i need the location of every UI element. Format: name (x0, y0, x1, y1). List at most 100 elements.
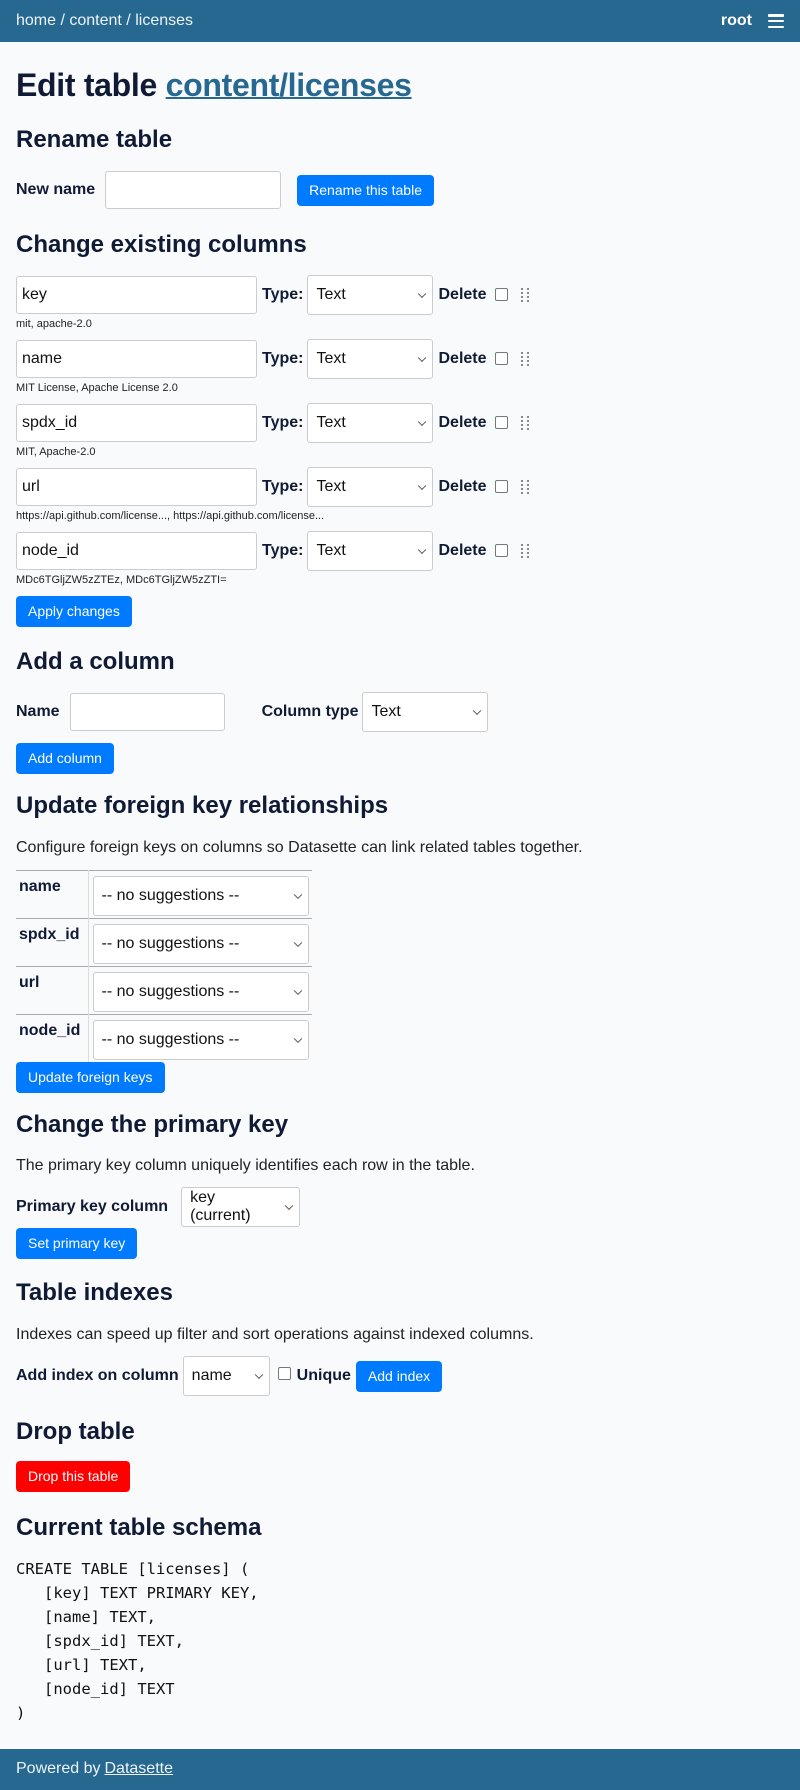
delete-label: Delete (438, 477, 487, 495)
column-examples: mit, apache-2.0 (16, 317, 92, 330)
chevron-down-icon (284, 1201, 294, 1211)
delete-checkbox[interactable] (494, 416, 508, 430)
section-heading: Current table schema (16, 1513, 262, 1541)
select-value: Text (316, 477, 346, 495)
column-examples: https://api.github.com/license..., https… (16, 509, 325, 522)
add-index-button[interactable]: Add index (355, 1360, 443, 1392)
new-name-input[interactable] (105, 171, 282, 210)
change-columns-section: Change existing columns Type: Text Delet… (16, 231, 784, 627)
page-title: Edit table content/licenses (16, 66, 784, 104)
chevron-down-icon (418, 417, 427, 427)
column-examples: MIT License, Apache License 2.0 (16, 381, 178, 394)
fk-column-name: spdx_id (16, 917, 89, 967)
fk-column-name: name (16, 869, 89, 919)
rename-section: Rename table New name Rename this table (16, 126, 784, 210)
select-value: Text (316, 285, 346, 303)
delete-checkbox[interactable] (494, 480, 508, 494)
chevron-down-icon (418, 481, 427, 491)
fk-target-select[interactable]: -- no suggestions -- (92, 971, 309, 1012)
select-value: name (191, 1367, 232, 1385)
table-row: url -- no suggestions -- (16, 965, 312, 1015)
update-foreign-keys-button[interactable]: Update foreign keys (16, 1061, 165, 1093)
type-label: Type: (262, 413, 304, 431)
section-heading: Drop table (16, 1418, 135, 1446)
select-value: Text (316, 413, 346, 431)
section-heading: Change the primary key (16, 1110, 289, 1138)
delete-checkbox[interactable] (494, 544, 508, 558)
primary-key-select[interactable]: key (current) (181, 1187, 301, 1228)
fk-column-name: url (16, 965, 89, 1015)
column-type-select[interactable]: Text (307, 338, 434, 379)
delete-label: Delete (438, 413, 487, 431)
drag-handle-icon[interactable] (520, 543, 530, 558)
primary-key-description: The primary key column uniquely identifi… (16, 1157, 475, 1175)
indexes-section: Table indexes Indexes can speed up filte… (16, 1279, 784, 1397)
breadcrumb-database[interactable]: content (69, 12, 121, 29)
apply-changes-button[interactable]: Apply changes (16, 595, 132, 627)
delete-checkbox[interactable] (494, 352, 508, 366)
fk-target-select[interactable]: -- no suggestions -- (92, 923, 309, 964)
table-row: name -- no suggestions -- (16, 869, 312, 919)
column-name-label: Name (16, 702, 60, 720)
column-name-input[interactable] (16, 339, 257, 378)
primary-key-label: Primary key column (16, 1198, 169, 1216)
drop-table-section: Drop table Drop this table (16, 1418, 784, 1492)
table-row: spdx_id -- no suggestions -- (16, 917, 312, 967)
top-nav-bar: home / content / licenses root (0, 0, 800, 42)
chevron-down-icon (418, 545, 427, 555)
datasette-link[interactable]: Datasette (105, 1760, 173, 1778)
breadcrumb-table[interactable]: licenses (135, 12, 193, 29)
column-row: Type: Text Delete mit, apache-2.0 (16, 274, 784, 332)
type-label: Type: (262, 541, 304, 559)
column-examples: MIT, Apache-2.0 (16, 445, 96, 458)
column-name-input[interactable] (16, 531, 257, 570)
add-index-label: Add index on column (16, 1367, 179, 1385)
chevron-down-icon (293, 938, 302, 947)
column-name-input[interactable] (16, 403, 257, 442)
table-link[interactable]: content/licenses (166, 67, 412, 103)
page-title-prefix: Edit table (16, 67, 158, 103)
column-type-select[interactable]: Text (307, 402, 434, 443)
type-label: Type: (262, 285, 304, 303)
foreign-keys-description: Configure foreign keys on columns so Dat… (16, 838, 583, 856)
column-type-select[interactable]: Text (307, 530, 434, 571)
new-column-name-input[interactable] (69, 692, 225, 731)
unique-checkbox[interactable] (277, 1366, 291, 1380)
chevron-down-icon (418, 353, 427, 363)
fk-target-select[interactable]: -- no suggestions -- (92, 875, 309, 916)
set-primary-key-button[interactable]: Set primary key (16, 1228, 138, 1260)
drop-table-button[interactable]: Drop this table (16, 1460, 131, 1492)
select-value: -- no suggestions -- (101, 886, 240, 904)
footer-prefix: Powered by (16, 1760, 101, 1778)
drag-handle-icon[interactable] (520, 351, 530, 366)
chevron-down-icon (418, 289, 427, 299)
hamburger-icon[interactable] (768, 14, 784, 28)
chevron-down-icon (254, 1370, 263, 1380)
add-column-section: Add a column Name Column type Text Add c… (16, 648, 784, 774)
section-heading: Table indexes (16, 1279, 173, 1307)
column-row: Type: Text Delete MIT, Apache-2.0 (16, 402, 784, 460)
current-user: root (720, 12, 752, 29)
column-name-input[interactable] (16, 275, 257, 314)
breadcrumb-separator: / (121, 12, 136, 29)
drag-handle-icon[interactable] (520, 415, 530, 430)
column-type-select[interactable]: Text (307, 274, 434, 315)
foreign-keys-table: name -- no suggestions -- spdx_id -- no … (16, 869, 312, 1062)
drag-handle-icon[interactable] (520, 479, 530, 494)
new-column-type-select[interactable]: Text (362, 691, 489, 732)
indexes-description: Indexes can speed up filter and sort ope… (16, 1326, 534, 1344)
chevron-down-icon (293, 890, 302, 899)
add-column-button[interactable]: Add column (16, 742, 114, 774)
index-column-select[interactable]: name (182, 1356, 270, 1397)
breadcrumb-home[interactable]: home (16, 12, 56, 29)
column-type-select[interactable]: Text (307, 466, 434, 507)
new-name-label: New name (16, 181, 96, 199)
rename-table-button[interactable]: Rename this table (297, 174, 434, 206)
fk-target-select[interactable]: -- no suggestions -- (92, 1019, 309, 1060)
delete-checkbox[interactable] (494, 288, 508, 302)
foreign-keys-section: Update foreign key relationships Configu… (16, 792, 784, 1093)
type-label: Type: (262, 477, 304, 495)
drag-handle-icon[interactable] (520, 287, 530, 302)
chevron-down-icon (293, 986, 302, 995)
column-name-input[interactable] (16, 467, 257, 506)
